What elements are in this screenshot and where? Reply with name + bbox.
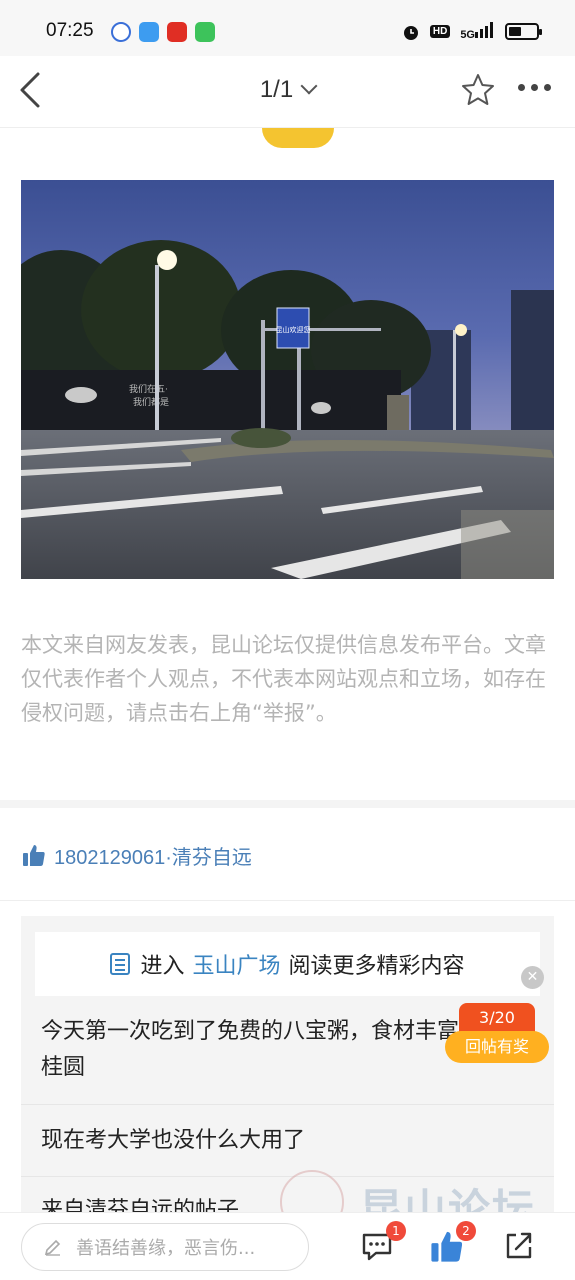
signal-icon: 5G <box>460 22 495 41</box>
page-indicator-text: 1/1 <box>259 76 294 103</box>
wechat-app-icon <box>195 22 215 42</box>
road-sign-text: 昆山欢迎您 <box>276 325 311 334</box>
baidu-app-icon <box>111 22 131 42</box>
comment-button[interactable]: 1 <box>360 1221 406 1263</box>
enter-suffix: 阅读更多精彩内容 <box>288 954 465 979</box>
enter-prefix: 进入 <box>140 954 185 979</box>
status-time: 07:25 <box>46 20 94 41</box>
enter-forum-bar[interactable]: 进入 玉山广场 阅读更多精彩内容 <box>35 932 540 996</box>
likes-users[interactable]: 1802129061·清芬自远 <box>54 841 252 870</box>
comment-count-badge: 1 <box>386 1221 406 1241</box>
section-divider <box>0 800 575 808</box>
pen-icon <box>44 1239 61 1256</box>
more-icon[interactable] <box>518 84 551 91</box>
hd-badge: HD <box>429 25 451 38</box>
forum-link[interactable]: 玉山广场 <box>192 948 280 980</box>
list-icon <box>110 953 131 975</box>
reward-count: 3/20 <box>459 1003 535 1033</box>
chevron-down-icon <box>300 77 318 95</box>
network-type: 5G <box>460 29 475 41</box>
nav-bar: 1/1 <box>0 56 575 128</box>
share-icon <box>506 1232 532 1259</box>
weather-app-icon <box>139 22 159 42</box>
likes-divider <box>0 900 575 901</box>
likes-row[interactable]: 1802129061·清芬自远 <box>22 838 252 872</box>
post-photo[interactable]: 我们在五· 我们都是 昆山欢迎您 <box>21 180 554 579</box>
alarm-icon <box>403 25 418 40</box>
wall-text-1: 我们在五· <box>129 383 168 395</box>
status-right: HD 5G <box>402 22 542 41</box>
pinduoduo-app-icon <box>167 22 187 42</box>
star-icon[interactable] <box>460 72 496 108</box>
bottom-bar: 善语结善缘，恶言伤... 1 2 <box>0 1212 575 1280</box>
reward-badge[interactable]: 3/20 回帖有奖 <box>445 1003 549 1063</box>
wall-text-2: 我们都是 <box>133 396 169 408</box>
thumbs-up-icon <box>23 845 45 866</box>
related-item[interactable]: 现在考大学也没什么大用了 <box>21 1104 554 1177</box>
like-count-badge: 2 <box>456 1221 476 1241</box>
battery-icon <box>505 23 542 40</box>
emoji-fragment <box>262 128 334 148</box>
status-bar: 07:25 HD 5G <box>0 0 575 56</box>
comment-input[interactable]: 善语结善缘，恶言伤... <box>21 1223 309 1271</box>
disclaimer-text: 本文来自网友发表，昆山论坛仅提供信息发布平台。文章仅代表作者个人观点，不代表本网… <box>21 633 546 725</box>
comment-placeholder: 善语结善缘，恶言伤... <box>76 1238 256 1259</box>
close-icon[interactable]: ✕ <box>521 966 544 989</box>
share-button[interactable] <box>502 1229 536 1263</box>
like-button[interactable]: 2 <box>430 1221 476 1263</box>
reward-label: 回帖有奖 <box>445 1031 549 1063</box>
